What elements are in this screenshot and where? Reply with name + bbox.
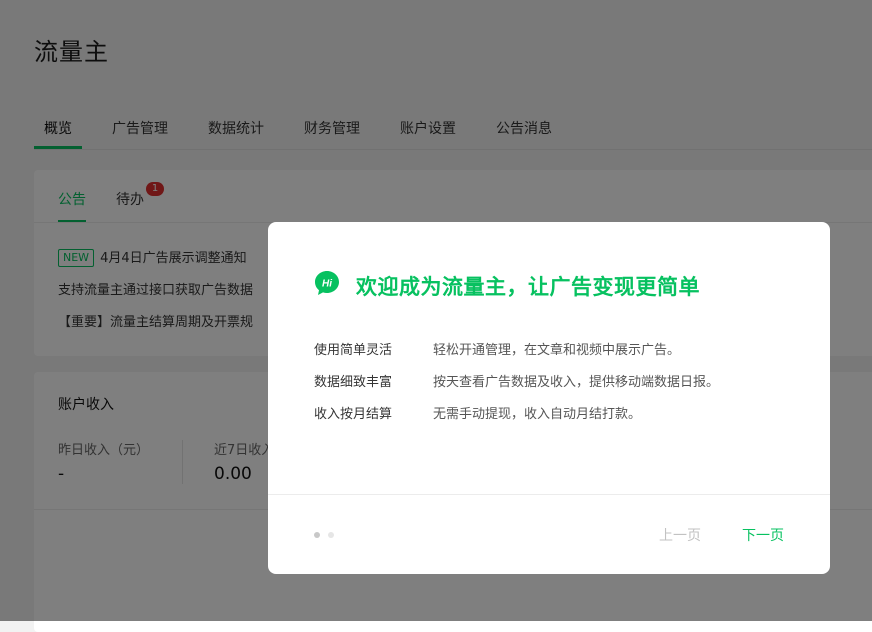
page-dot-active[interactable] xyxy=(314,532,320,538)
hi-icon-text: Hi xyxy=(322,279,332,290)
divider xyxy=(268,494,830,495)
page-dot[interactable] xyxy=(328,532,334,538)
feature-row: 收入按月结算 无需手动提现，收入自动月结打款。 xyxy=(314,403,641,422)
next-page-button[interactable]: 下一页 xyxy=(742,525,784,545)
feature-desc: 轻松开通管理，在文章和视频中展示广告。 xyxy=(433,343,681,358)
feature-name: 使用简单灵活 xyxy=(314,343,393,358)
feature-name: 收入按月结算 xyxy=(314,407,393,422)
feature-name: 数据细致丰富 xyxy=(314,375,393,390)
prev-page-button[interactable]: 上一页 xyxy=(659,525,701,545)
feature-row: 数据细致丰富 按天查看广告数据及收入，提供移动端数据日报。 xyxy=(314,371,719,390)
feature-row: 使用简单灵活 轻松开通管理，在文章和视频中展示广告。 xyxy=(314,339,680,358)
feature-desc: 无需手动提现，收入自动月结打款。 xyxy=(433,407,642,422)
modal-title: 欢迎成为流量主，让广告变现更简单 xyxy=(356,275,700,299)
welcome-modal: Hi 欢迎成为流量主，让广告变现更简单 使用简单灵活 轻松开通管理，在文章和视频中… xyxy=(268,222,830,574)
hi-chat-bubble-icon: Hi xyxy=(315,271,339,295)
feature-desc: 按天查看广告数据及收入，提供移动端数据日报。 xyxy=(433,375,720,390)
